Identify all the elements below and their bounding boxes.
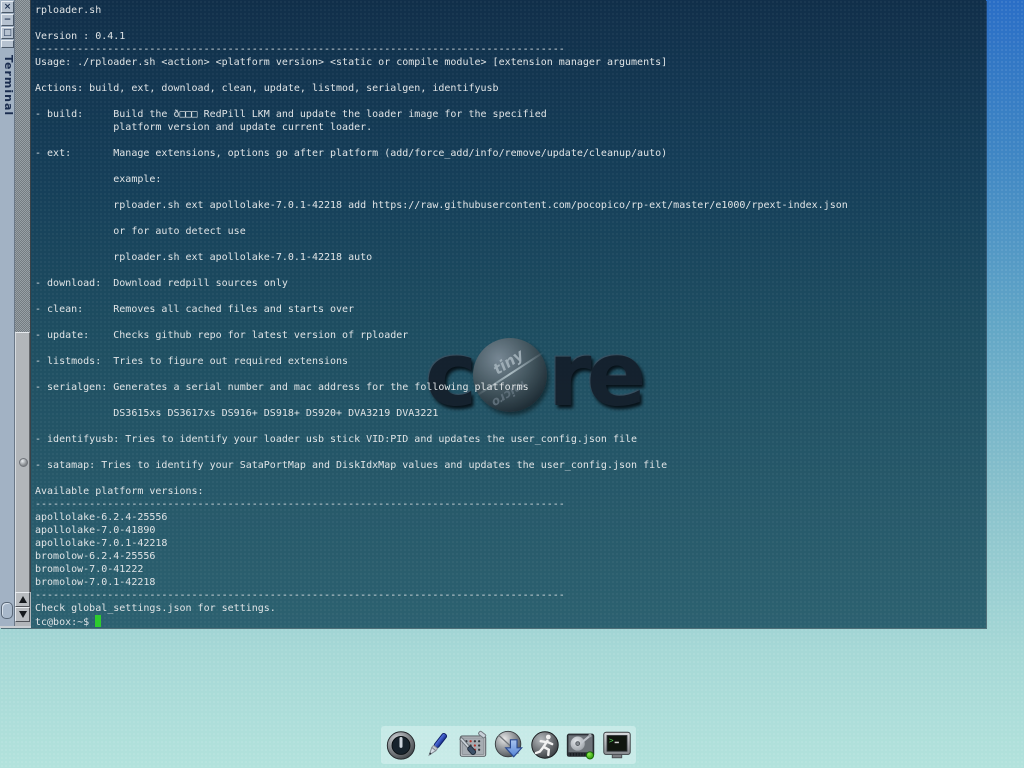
terminal-line: ----------------------------------------… bbox=[35, 589, 848, 602]
arrow-down-icon bbox=[19, 611, 27, 618]
terminal-line bbox=[35, 368, 848, 381]
terminal-line bbox=[35, 316, 848, 329]
maximize-icon[interactable]: □ bbox=[1, 27, 14, 39]
terminal-line: - build: Build the ð□□□ RedPill LKM and … bbox=[35, 108, 848, 121]
terminal-line bbox=[35, 290, 848, 303]
terminal-line: Usage: ./rploader.sh <action> <platform … bbox=[35, 56, 848, 69]
control-panel-button[interactable] bbox=[456, 728, 490, 762]
terminal-line bbox=[35, 186, 848, 199]
run-button[interactable] bbox=[528, 728, 562, 762]
terminal-line: - update: Checks github repo for latest … bbox=[35, 329, 848, 342]
power-button[interactable] bbox=[384, 728, 418, 762]
pen-icon bbox=[420, 728, 454, 762]
scrollbar-thumb[interactable] bbox=[15, 332, 30, 592]
terminal-cursor bbox=[95, 615, 101, 627]
window-titlebar[interactable]: × − □ Terminal bbox=[0, 0, 15, 626]
terminal-window: × − □ Terminal c tiny micro re rploader.… bbox=[0, 0, 986, 628]
terminal-line: - satamap: Tries to identify your SataPo… bbox=[35, 459, 848, 472]
terminal-line: platform version and update current load… bbox=[35, 121, 848, 134]
window-resize-handle[interactable] bbox=[1, 602, 13, 619]
wbar-dock: > bbox=[381, 726, 636, 764]
terminal-line: rploader.sh ext apollolake-7.0.1-42218 a… bbox=[35, 199, 848, 212]
terminal-line: ----------------------------------------… bbox=[35, 498, 848, 511]
terminal-line bbox=[35, 212, 848, 225]
terminal-line bbox=[35, 134, 848, 147]
scroll-down-button[interactable] bbox=[15, 607, 30, 622]
terminal-scrollbar[interactable] bbox=[15, 0, 31, 626]
terminal-output: rploader.shVersion : 0.4.1--------------… bbox=[35, 4, 848, 628]
svg-text:>: > bbox=[608, 736, 613, 745]
terminal-line: or for auto detect use bbox=[35, 225, 848, 238]
scroll-up-button[interactable] bbox=[15, 592, 30, 607]
arrow-up-icon bbox=[19, 596, 27, 603]
terminal-line bbox=[35, 95, 848, 108]
scrollbar-dimple-icon bbox=[19, 458, 28, 467]
run-icon bbox=[528, 728, 562, 762]
window-title: Terminal bbox=[2, 55, 15, 116]
terminal-line: Actions: build, ext, download, clean, up… bbox=[35, 82, 848, 95]
terminal-line: rploader.sh bbox=[35, 4, 848, 17]
terminal-line: - download: Download redpill sources onl… bbox=[35, 277, 848, 290]
terminal-line bbox=[35, 472, 848, 485]
terminal-line: - identifyusb: Tries to identify your lo… bbox=[35, 433, 848, 446]
mount-button[interactable] bbox=[564, 728, 598, 762]
terminal-line: bromolow-7.0.1-42218 bbox=[35, 576, 848, 589]
terminal-line: - ext: Manage extensions, options go aft… bbox=[35, 147, 848, 160]
terminal-line: ----------------------------------------… bbox=[35, 43, 848, 56]
terminal-line bbox=[35, 160, 848, 173]
close-icon[interactable]: × bbox=[1, 1, 14, 13]
power-icon bbox=[384, 728, 418, 762]
shade-icon[interactable]: − bbox=[1, 14, 14, 26]
terminal-line: rploader.sh ext apollolake-7.0.1-42218 a… bbox=[35, 251, 848, 264]
terminal-button[interactable]: > bbox=[600, 728, 634, 762]
apps-sphere-icon bbox=[492, 728, 526, 762]
terminal-line bbox=[35, 342, 848, 355]
terminal-line: - serialgen: Generates a serial number a… bbox=[35, 381, 848, 394]
terminal-line bbox=[35, 264, 848, 277]
terminal-line bbox=[35, 420, 848, 433]
terminal-line bbox=[35, 69, 848, 82]
terminal-screen[interactable]: c tiny micro re rploader.shVersion : 0.4… bbox=[31, 0, 986, 628]
terminal-icon: > bbox=[600, 728, 634, 762]
terminal-line: apollolake-7.0.1-42218 bbox=[35, 537, 848, 550]
minimize-icon[interactable] bbox=[1, 40, 14, 48]
terminal-line: bromolow-6.2.4-25556 bbox=[35, 550, 848, 563]
terminal-line: example: bbox=[35, 173, 848, 186]
terminal-line bbox=[35, 446, 848, 459]
terminal-line: DS3615xs DS3617xs DS916+ DS918+ DS920+ D… bbox=[35, 407, 848, 420]
terminal-line bbox=[35, 238, 848, 251]
terminal-line: apollolake-7.0-41890 bbox=[35, 524, 848, 537]
hard-drive-icon bbox=[564, 728, 598, 762]
terminal-line: - clean: Removes all cached files and st… bbox=[35, 303, 848, 316]
terminal-line: - listmods: Tries to figure out required… bbox=[35, 355, 848, 368]
terminal-line: bromolow-7.0-41222 bbox=[35, 563, 848, 576]
editor-button[interactable] bbox=[420, 728, 454, 762]
prompt-line: tc@box:~$ bbox=[35, 615, 848, 628]
terminal-line: apollolake-6.2.4-25556 bbox=[35, 511, 848, 524]
shell-prompt: tc@box:~$ bbox=[35, 617, 95, 628]
terminal-line: Version : 0.4.1 bbox=[35, 30, 848, 43]
control-panel-icon bbox=[456, 728, 490, 762]
terminal-line: Check global_settings.json for settings. bbox=[35, 602, 848, 615]
terminal-line bbox=[35, 17, 848, 30]
terminal-line: Available platform versions: bbox=[35, 485, 848, 498]
apps-button[interactable] bbox=[492, 728, 526, 762]
terminal-line bbox=[35, 394, 848, 407]
